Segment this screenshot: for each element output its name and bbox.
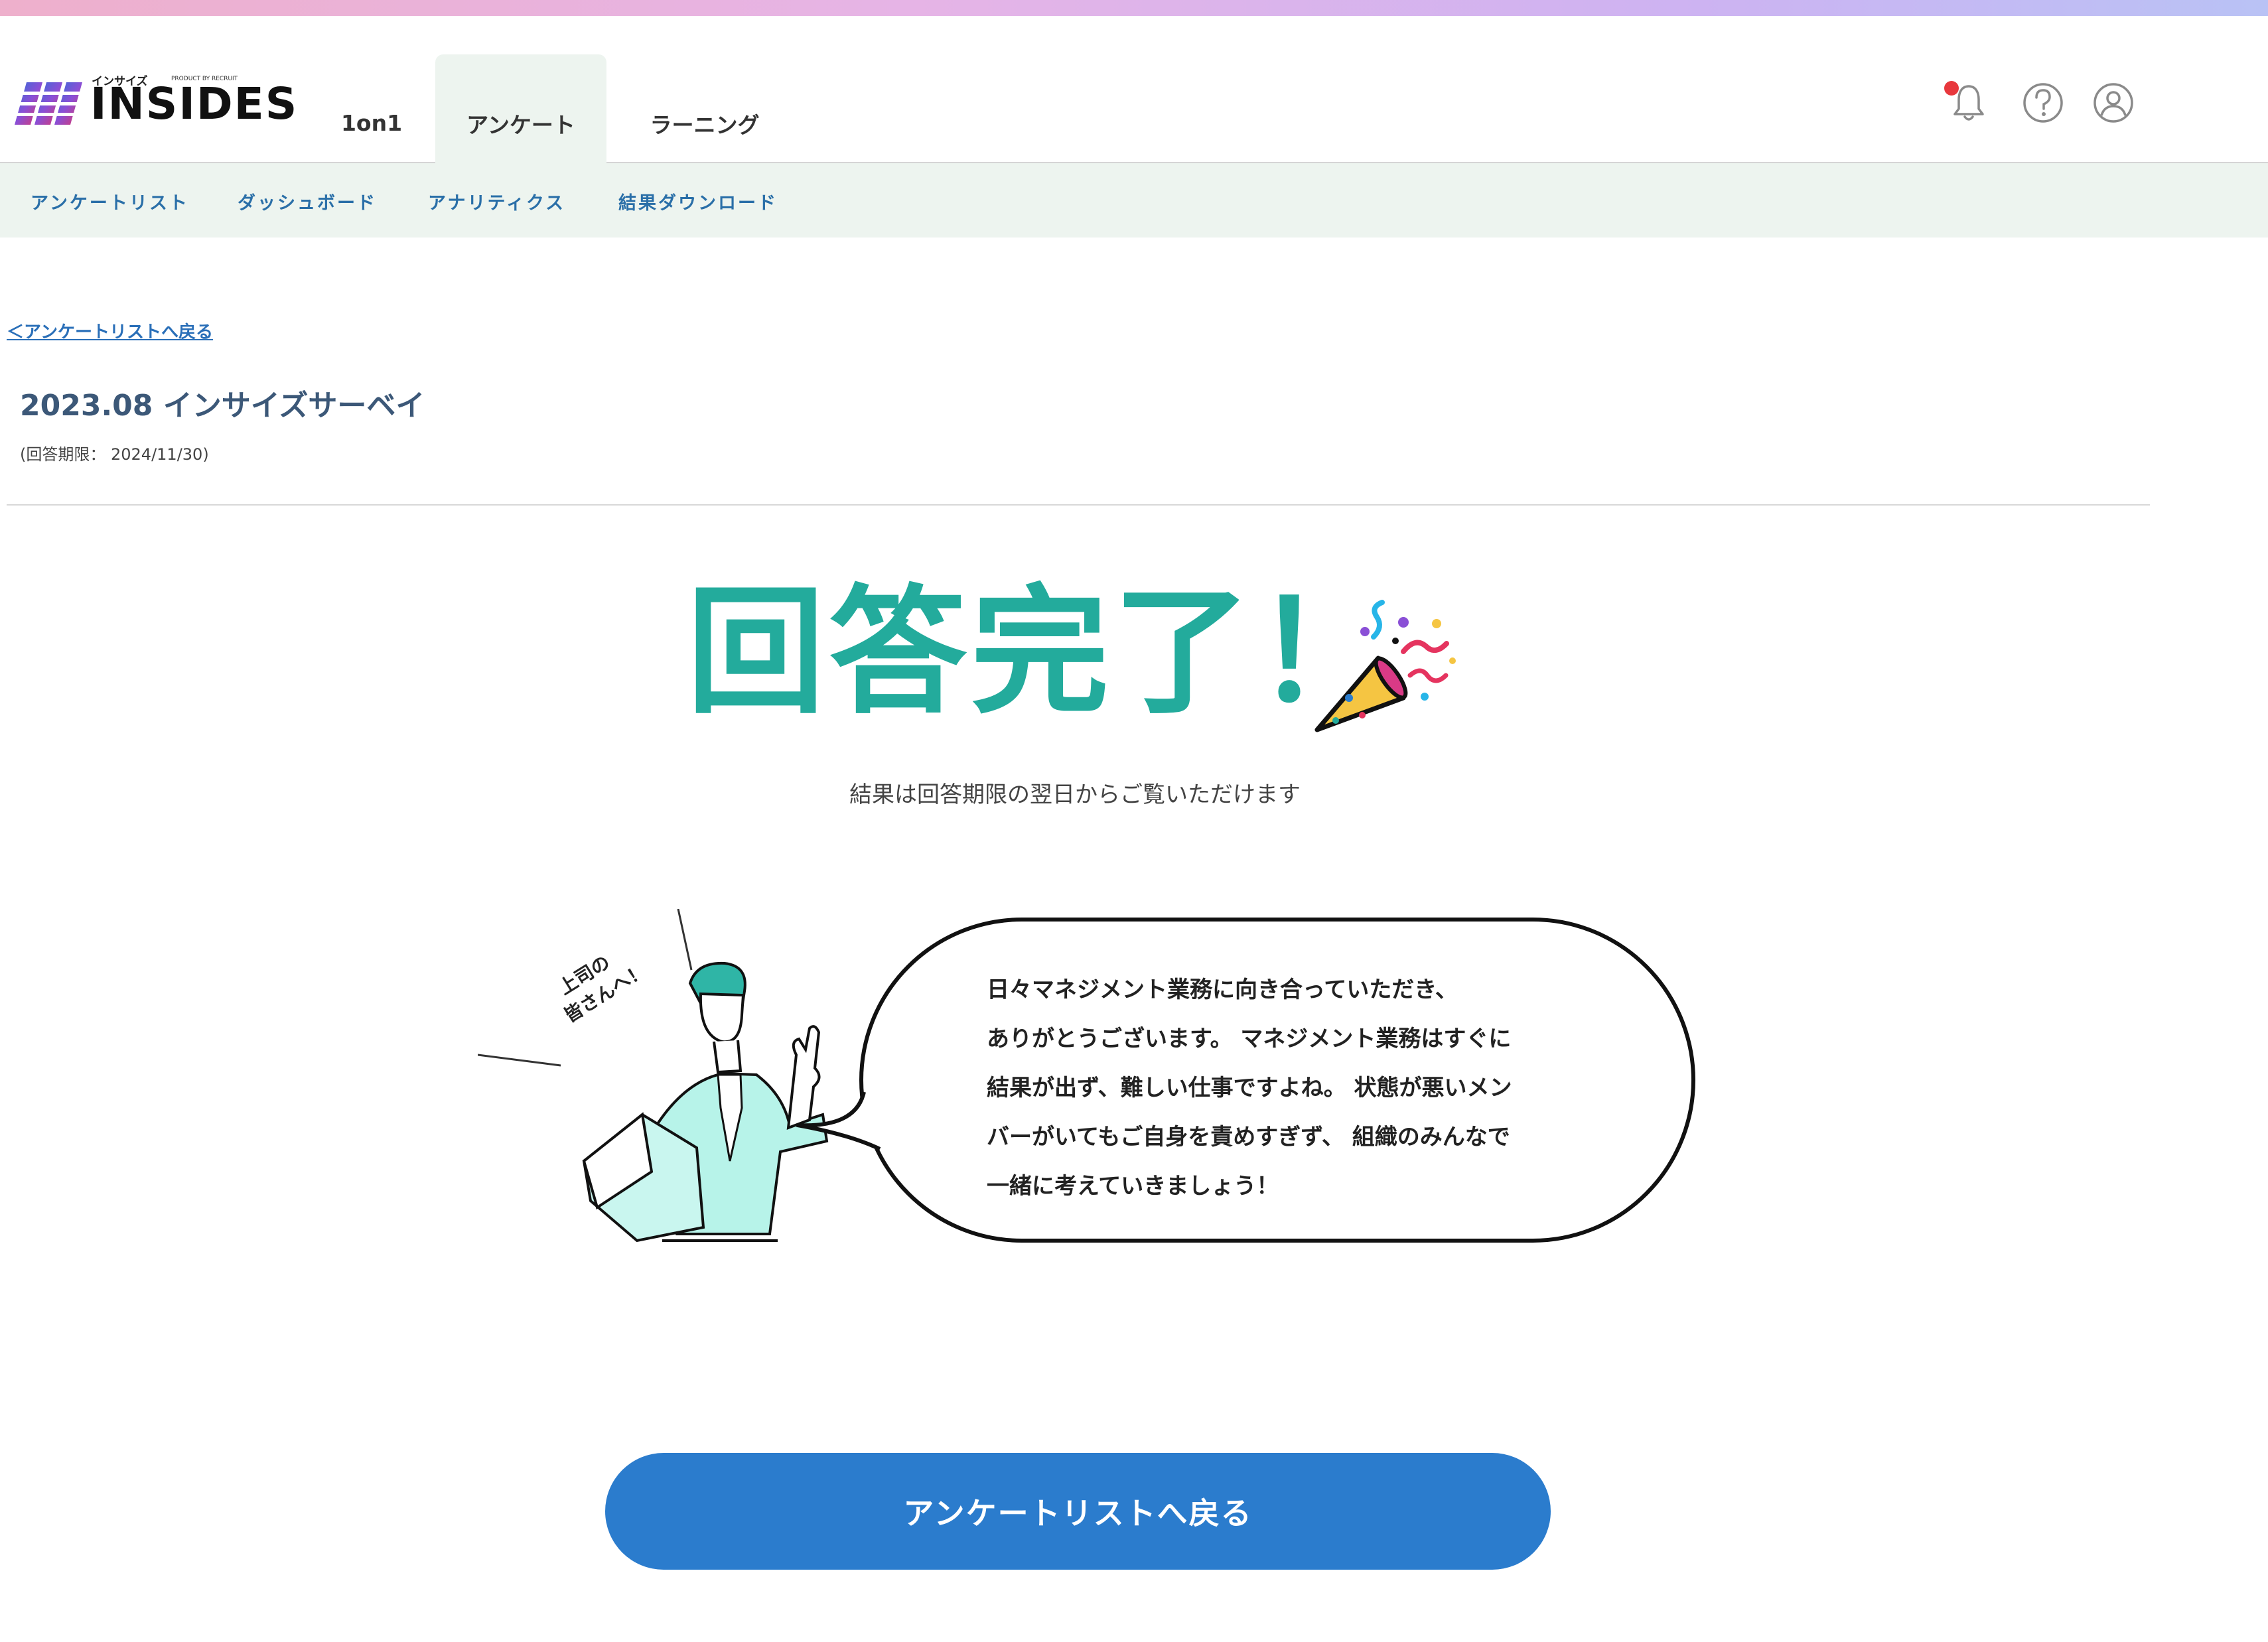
sub-navigation: アンケートリスト ダッシュボード アナリティクス 結果ダウンロード	[0, 163, 2268, 238]
tab-survey[interactable]: アンケート	[435, 54, 606, 163]
encouragement-message: 日々マネジメント業務に向き合っていただき、 ありがとうございます。 マネジメント…	[987, 965, 1584, 1211]
subnav-result-download[interactable]: 結果ダウンロード	[618, 188, 778, 214]
message-line: バーがいてもご自身を責めすぎず、 組織のみんなで	[987, 1124, 1510, 1150]
message-line: 日々マネジメント業務に向き合っていただき、	[987, 977, 1458, 1003]
result-availability-note: 結果は回答期限の翌日からご覧いただけます	[849, 782, 1301, 808]
manager-illustration: 上司の 皆さんへ！	[478, 909, 829, 1243]
tab-1on1[interactable]: 1on1	[319, 54, 425, 163]
subnav-survey-list[interactable]: アンケートリスト	[31, 188, 189, 214]
insides-logo[interactable]: インサイズ PRODUCT BY RECRUIT INSIDES	[12, 68, 297, 141]
back-to-survey-list-button[interactable]: アンケートリストへ戻る	[605, 1453, 1551, 1570]
message-line: 結果が出ず、難しい仕事ですよね。 状態が悪いメン	[987, 1075, 1512, 1101]
top-header: インサイズ PRODUCT BY RECRUIT INSIDES 1on1 アン…	[0, 16, 2268, 163]
survey-title: 2023.08 インサイズサーベイ	[20, 389, 425, 423]
subnav-analytics[interactable]: アナリティクス	[428, 188, 565, 214]
help-icon[interactable]	[2021, 81, 2065, 125]
insides-logo-mark	[12, 82, 85, 125]
speech-bubble-tail	[796, 1091, 881, 1151]
account-icon[interactable]	[2091, 81, 2135, 125]
tab-learning[interactable]: ラーニング	[617, 54, 792, 163]
divider	[7, 504, 2150, 506]
completion-heading: 回答完了！	[687, 573, 1397, 733]
answer-deadline: (回答期限： 2024/11/30)	[20, 445, 209, 464]
top-gradient-bar	[0, 0, 2268, 16]
logo-wordmark: INSIDES	[90, 78, 299, 129]
party-popper-icon	[1314, 600, 1456, 732]
notification-badge	[1944, 81, 1959, 96]
message-line: ありがとうございます。 マネジメント業務はすぐに	[987, 1026, 1512, 1052]
message-line: 一緒に考えていきましょう！	[987, 1173, 1279, 1199]
back-to-list-link[interactable]: ＜アンケートリストへ戻る	[7, 318, 213, 343]
subnav-dashboard[interactable]: ダッシュボード	[238, 188, 377, 214]
